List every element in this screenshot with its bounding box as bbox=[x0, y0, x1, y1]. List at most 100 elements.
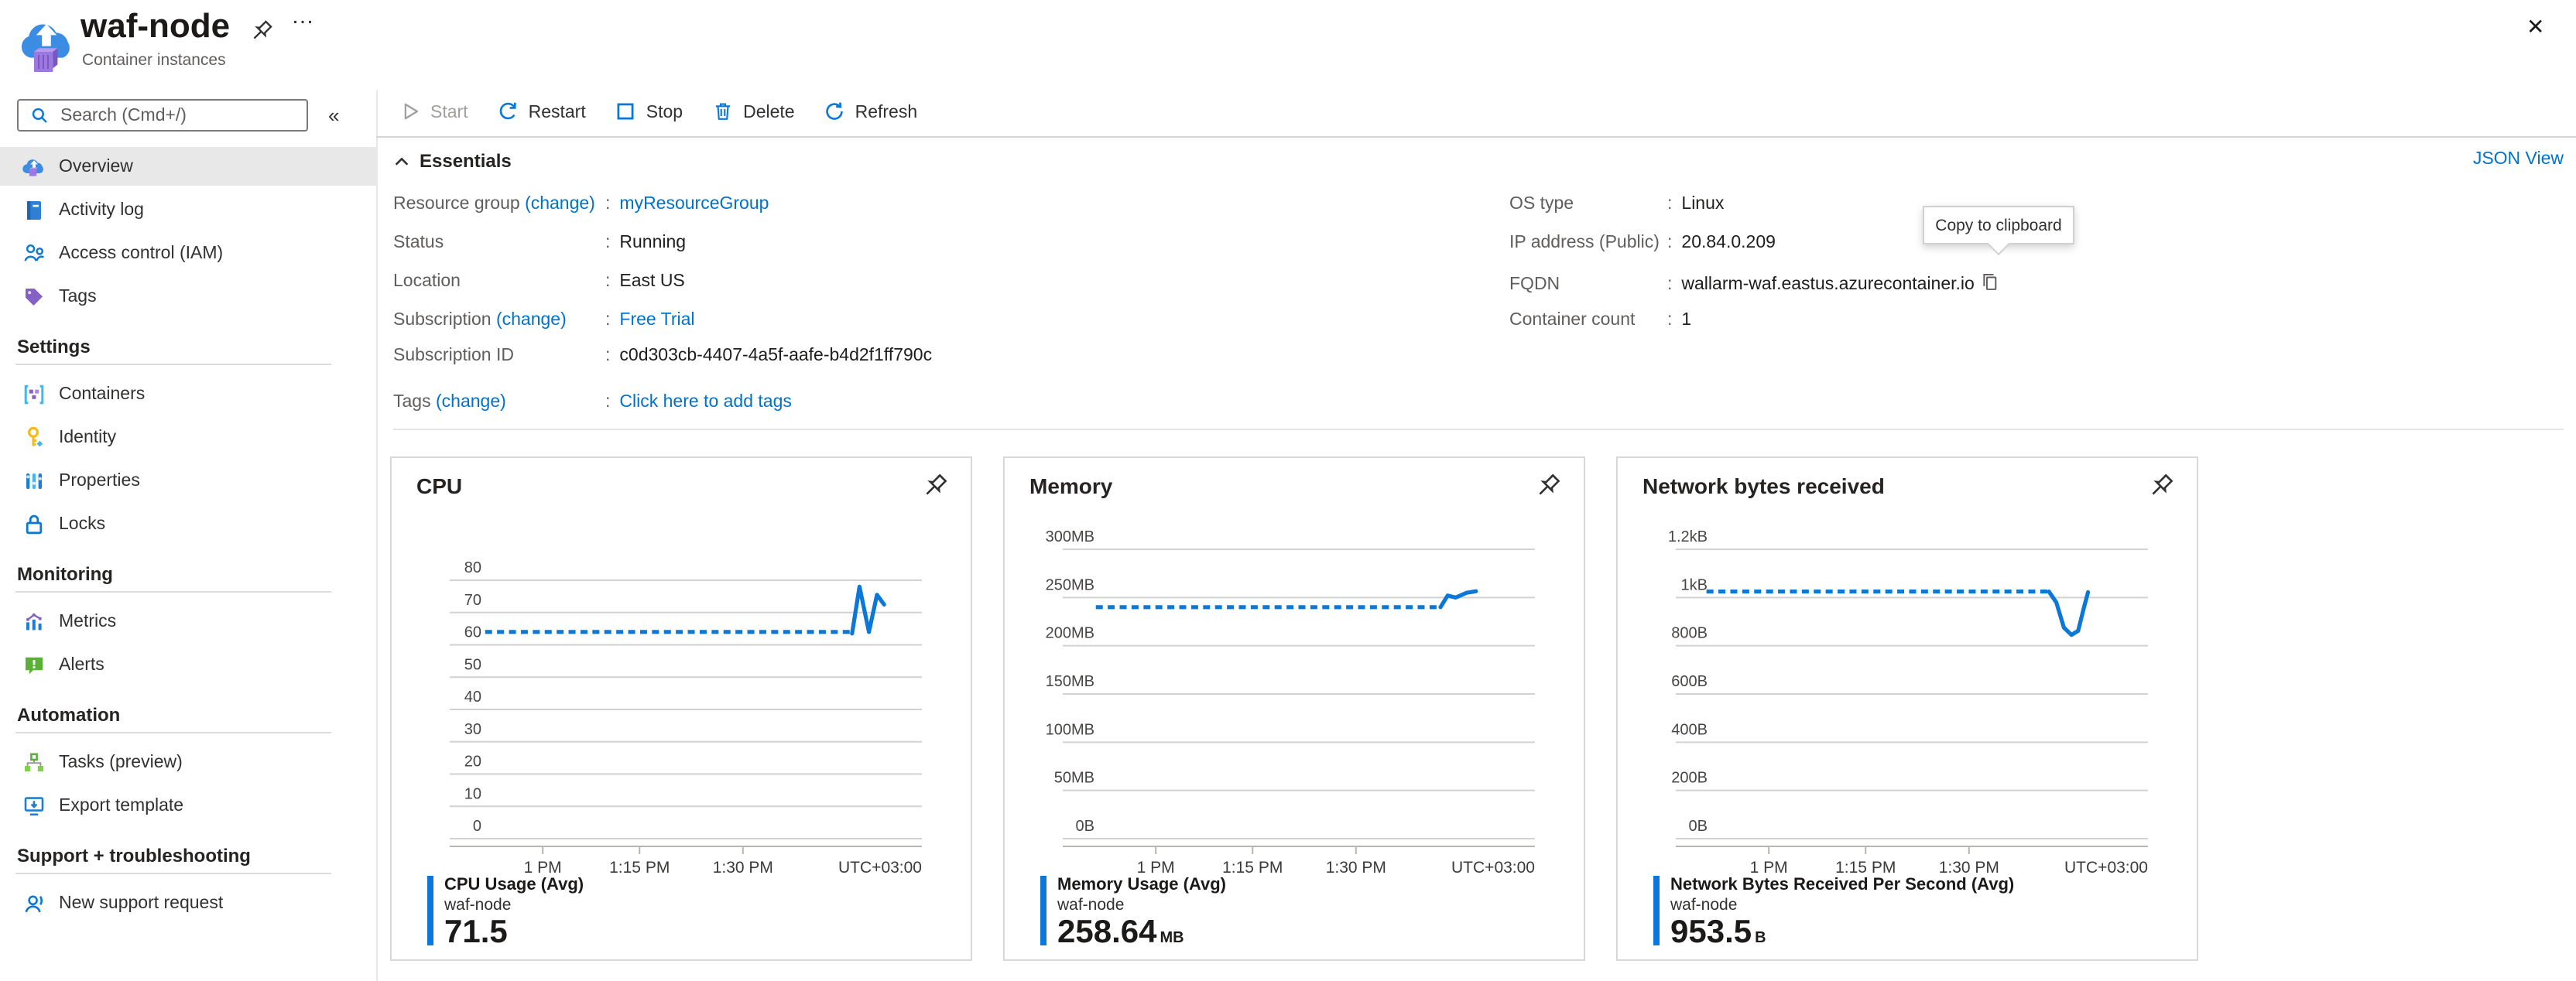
restart-button[interactable]: Restart bbox=[498, 100, 586, 126]
sidebar-item-alerts[interactable]: Alerts bbox=[0, 645, 376, 684]
sidebar-item-identity[interactable]: Identity bbox=[0, 418, 376, 456]
sidebar-section-divider bbox=[15, 364, 331, 365]
search-input[interactable] bbox=[57, 104, 307, 126]
tags-change-link[interactable]: (change) bbox=[436, 393, 506, 412]
sidebar-search-row: « bbox=[0, 99, 376, 133]
sidebar-section-divider bbox=[15, 591, 331, 593]
subscription-change-link[interactable]: (change) bbox=[496, 311, 567, 330]
resource-group-change-link[interactable]: (change) bbox=[525, 195, 595, 214]
svg-text:UTC+03:00: UTC+03:00 bbox=[1451, 859, 1535, 877]
sidebar-item-overview[interactable]: Overview bbox=[0, 147, 376, 186]
metric-card-memory: Memory300MB250MB200MB150MB100MB50MB0B1 P… bbox=[1003, 456, 1585, 961]
sidebar-item-locks[interactable]: Locks bbox=[0, 504, 376, 543]
colon: : bbox=[1667, 311, 1681, 330]
legend-metric-name: Memory Usage (Avg) bbox=[1057, 876, 1226, 896]
svg-text:70: 70 bbox=[464, 592, 481, 609]
sidebar-item-label: Properties bbox=[59, 471, 140, 490]
sidebar-item-label: Export template bbox=[59, 796, 183, 815]
svg-text:1:15 PM: 1:15 PM bbox=[1835, 859, 1896, 877]
essentials-row-ip-address-public: IP address (Public):20.84.0.209 bbox=[1509, 234, 1776, 252]
sidebar-item-containers[interactable]: Containers bbox=[0, 374, 376, 413]
field-label: Resource group (change) bbox=[393, 195, 605, 214]
essentials-row-location: Location:East US bbox=[393, 272, 685, 291]
svg-text:1 PM: 1 PM bbox=[524, 859, 562, 877]
metric-cards: CPU807060504030201001 PM1:15 PM1:30 PMUT… bbox=[376, 456, 2576, 961]
blade-header: waf-node Container instances … ✕ bbox=[0, 0, 2576, 90]
svg-text:50MB: 50MB bbox=[1054, 770, 1094, 787]
sidebar-item-activity-log[interactable]: Activity log bbox=[0, 190, 376, 229]
sidebar-section-automation: Automation bbox=[0, 689, 376, 732]
sidebar-item-export-template[interactable]: Export template bbox=[0, 786, 376, 825]
svg-text:60: 60 bbox=[464, 624, 481, 641]
search-box[interactable] bbox=[17, 99, 308, 132]
stop-button[interactable]: Stop bbox=[615, 100, 683, 126]
access-control-iam-icon bbox=[22, 241, 46, 265]
essentials-row-subscription: Subscription (change):Free Trial bbox=[393, 311, 695, 330]
more-menu-icon[interactable]: … bbox=[291, 3, 314, 29]
svg-text:100MB: 100MB bbox=[1046, 721, 1094, 738]
essentials-row-resource-group: Resource group (change):myResourceGroup bbox=[393, 195, 769, 214]
subscription-value[interactable]: Free Trial bbox=[619, 311, 694, 330]
sidebar-item-access-control-iam[interactable]: Access control (IAM) bbox=[0, 234, 376, 272]
colon: : bbox=[605, 393, 619, 412]
delete-button[interactable]: Delete bbox=[712, 100, 795, 126]
svg-text:80: 80 bbox=[464, 559, 481, 576]
field-label: Location bbox=[393, 272, 605, 291]
sidebar-item-label: Access control (IAM) bbox=[59, 244, 223, 262]
svg-text:200B: 200B bbox=[1671, 770, 1708, 787]
svg-text:10: 10 bbox=[464, 785, 481, 802]
sidebar-item-label: Locks bbox=[59, 514, 105, 533]
svg-text:150MB: 150MB bbox=[1046, 673, 1094, 690]
copy-tooltip-text: Copy to clipboard bbox=[1935, 216, 2061, 234]
copy-to-clipboard-icon[interactable] bbox=[1981, 272, 2001, 292]
essentials-title: Essentials bbox=[420, 150, 512, 172]
svg-text:40: 40 bbox=[464, 689, 481, 706]
sidebar-item-tags[interactable]: Tags bbox=[0, 277, 376, 316]
sidebar-item-label: Metrics bbox=[59, 612, 116, 631]
alerts-icon bbox=[22, 652, 46, 677]
sidebar-item-label: Tags bbox=[59, 287, 97, 306]
resource-group-value[interactable]: myResourceGroup bbox=[619, 195, 769, 214]
properties-icon bbox=[22, 468, 46, 493]
close-icon[interactable]: ✕ bbox=[2526, 14, 2544, 40]
toolbar-button-label: Refresh bbox=[855, 104, 918, 122]
delete-icon bbox=[712, 100, 734, 126]
svg-text:400B: 400B bbox=[1671, 721, 1708, 738]
svg-text:30: 30 bbox=[464, 721, 481, 738]
search-icon bbox=[29, 105, 50, 125]
field-label: IP address (Public) bbox=[1509, 234, 1667, 252]
essentials-row-os-type: OS type:Linux bbox=[1509, 195, 1724, 214]
colon: : bbox=[605, 347, 619, 365]
sidebar-item-metrics[interactable]: Metrics bbox=[0, 602, 376, 641]
sidebar-item-properties[interactable]: Properties bbox=[0, 461, 376, 500]
essentials-divider bbox=[393, 429, 2564, 430]
pin-blade-icon[interactable] bbox=[248, 19, 274, 45]
restart-icon bbox=[498, 100, 519, 126]
page-subtitle: Container instances bbox=[82, 51, 226, 70]
os-type-value: Linux bbox=[1681, 195, 1724, 214]
sidebar-item-tasks-preview[interactable]: Tasks (preview) bbox=[0, 743, 376, 781]
status-value: Running bbox=[619, 234, 686, 252]
toolbar-button-label: Delete bbox=[743, 104, 795, 122]
collapse-sidebar-icon[interactable]: « bbox=[328, 104, 339, 127]
sidebar-nav: Overview Activity log Access control (IAM)… bbox=[0, 147, 376, 927]
legend-current-value: 953.5B bbox=[1670, 914, 2014, 956]
sidebar-item-label: Tasks (preview) bbox=[59, 753, 183, 771]
field-label: Container count bbox=[1509, 311, 1667, 330]
field-label: OS type bbox=[1509, 195, 1667, 214]
colon: : bbox=[605, 272, 619, 291]
legend-current-value: 71.5 bbox=[444, 914, 584, 950]
sidebar-item-new-support-request[interactable]: New support request bbox=[0, 884, 376, 922]
refresh-button[interactable]: Refresh bbox=[824, 100, 918, 126]
essentials-toggle[interactable]: Essentials bbox=[393, 150, 512, 172]
container-instances-icon bbox=[15, 11, 77, 82]
play-icon bbox=[399, 100, 421, 126]
sidebar-item-label: Identity bbox=[59, 428, 116, 446]
json-view-link[interactable]: JSON View bbox=[2473, 150, 2564, 169]
legend-current-value: 258.64MB bbox=[1057, 914, 1226, 956]
metrics-icon bbox=[22, 609, 46, 634]
svg-text:1:15 PM: 1:15 PM bbox=[1222, 859, 1283, 877]
sidebar-section-settings: Settings bbox=[0, 320, 376, 364]
colon: : bbox=[1667, 195, 1681, 214]
tags-value[interactable]: Click here to add tags bbox=[619, 393, 791, 412]
